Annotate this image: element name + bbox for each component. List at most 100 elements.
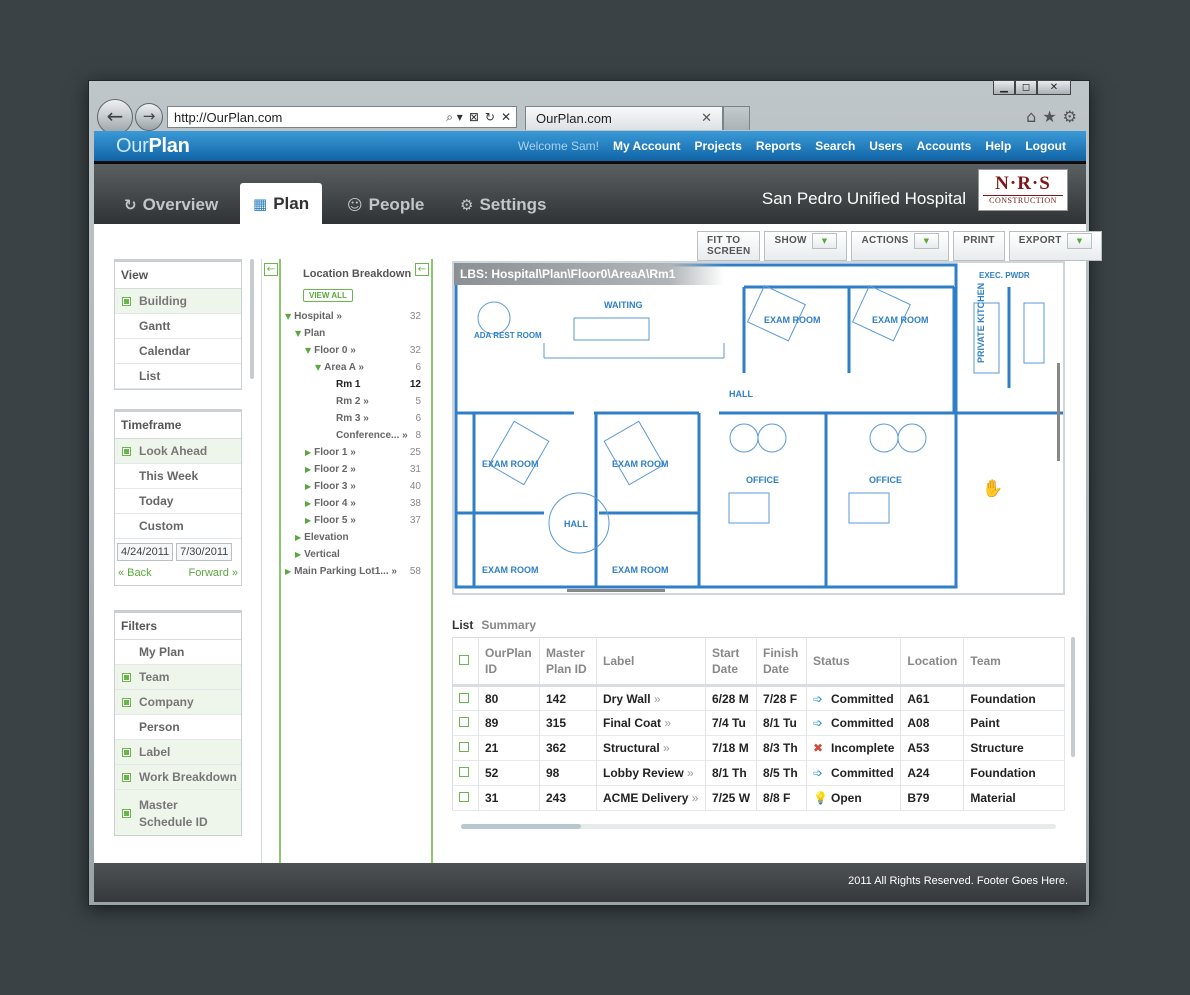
- stop-icon[interactable]: ✕: [501, 110, 511, 125]
- forward-arrow-icon[interactable]: →: [135, 103, 163, 131]
- checkbox[interactable]: [122, 297, 131, 306]
- filter-team[interactable]: Team: [115, 665, 241, 690]
- expand-down-icon[interactable]: ▼: [305, 346, 311, 355]
- fit-to-screen-button[interactable]: FIT TO SCREEN: [697, 231, 761, 261]
- expand-right-icon[interactable]: ▶: [285, 567, 291, 576]
- column-header[interactable]: OurPlan ID: [478, 637, 540, 687]
- collapse-tree-icon[interactable]: ←: [415, 263, 429, 276]
- forward-link[interactable]: Forward »: [188, 567, 238, 579]
- tree-node[interactable]: ▶ Vertical: [283, 546, 431, 563]
- compatibility-icon[interactable]: ⊠: [469, 110, 479, 125]
- new-tab-button[interactable]: [723, 106, 750, 130]
- row-checkbox[interactable]: [459, 767, 469, 777]
- tree-node[interactable]: ▼ Hospital » 32: [283, 308, 431, 325]
- plan-vertical-scrollbar[interactable]: [1057, 363, 1060, 461]
- back-arrow-icon[interactable]: ←: [97, 99, 133, 135]
- timeframe-look-ahead[interactable]: Look Ahead: [115, 439, 241, 464]
- filter-work-breakdown[interactable]: Work Breakdown: [115, 765, 241, 790]
- end-date-field[interactable]: 7/30/2011: [176, 543, 233, 561]
- export-dropdown[interactable]: EXPORT ▼: [1008, 231, 1103, 261]
- collapse-left-icon[interactable]: ←: [264, 263, 278, 276]
- view-item-gantt[interactable]: Gantt: [115, 314, 241, 339]
- row-checkbox[interactable]: [459, 717, 469, 727]
- start-date-field[interactable]: 4/24/2011: [117, 543, 174, 561]
- expand-down-icon[interactable]: ▼: [285, 312, 291, 321]
- table-row[interactable]: 52 98 Lobby Review » 8/1 Th 8/5 Th ➩ Committed…: [452, 760, 1065, 786]
- cell-label[interactable]: ACME Delivery »: [596, 785, 706, 811]
- expand-right-icon[interactable]: ▶: [295, 550, 301, 559]
- filter-company[interactable]: Company: [115, 690, 241, 715]
- column-header[interactable]: Finish Date: [756, 637, 808, 687]
- tree-node[interactable]: ▶ Floor 4 » 38: [283, 495, 431, 512]
- checkbox[interactable]: [122, 698, 131, 707]
- tree-node[interactable]: ▼ Plan: [283, 325, 431, 342]
- close-tab-icon[interactable]: ✕: [701, 111, 712, 126]
- address-bar[interactable]: http://OurPlan.com ⌕ ▾ ⊠ ↻ ✕: [167, 106, 517, 128]
- nav-help[interactable]: Help: [985, 139, 1011, 153]
- nav-users[interactable]: Users: [869, 139, 902, 153]
- back-link[interactable]: « Back: [118, 567, 152, 579]
- timeframe-this-week[interactable]: This Week: [115, 464, 241, 489]
- table-row[interactable]: 21 362 Structural » 7/18 M 8/3 Th ✖ Incomplete…: [452, 735, 1065, 761]
- select-all-header[interactable]: [452, 637, 479, 687]
- tab-settings[interactable]: ⚙ Settings: [460, 185, 547, 224]
- select-all-checkbox[interactable]: [459, 655, 469, 665]
- cell-label[interactable]: Structural »: [596, 735, 706, 761]
- expand-down-icon[interactable]: ▼: [315, 363, 321, 372]
- tree-node[interactable]: Rm 3 » 6: [283, 410, 431, 427]
- view-item-calendar[interactable]: Calendar: [115, 339, 241, 364]
- expand-right-icon[interactable]: ▶: [305, 499, 311, 508]
- tab-summary[interactable]: Summary: [481, 618, 536, 632]
- print-button[interactable]: PRINT: [953, 231, 1005, 261]
- more-chevron-icon[interactable]: »: [654, 692, 661, 706]
- floor-plan-viewer[interactable]: LBS: Hospital\Plan\Floor0\AreaA\Rm1 WAIT…: [452, 261, 1065, 595]
- tree-node[interactable]: ▼ Floor 0 » 32: [283, 342, 431, 359]
- row-checkbox[interactable]: [459, 692, 469, 703]
- nav-logout[interactable]: Logout: [1025, 139, 1066, 153]
- cell-label[interactable]: Final Coat »: [596, 710, 706, 736]
- scroll-thumb[interactable]: [461, 824, 581, 829]
- maximize-icon[interactable]: ◻: [1015, 80, 1037, 95]
- tree-node[interactable]: Rm 1 12: [283, 376, 431, 393]
- row-checkbox[interactable]: [459, 742, 469, 752]
- home-icon[interactable]: ⌂: [1026, 107, 1036, 126]
- filter-my-plan[interactable]: My Plan: [115, 640, 241, 665]
- panel-splitter[interactable]: ←: [261, 259, 281, 866]
- expand-right-icon[interactable]: ▶: [305, 448, 311, 457]
- tree-node[interactable]: ▶ Floor 3 » 40: [283, 478, 431, 495]
- column-header[interactable]: Start Date: [705, 637, 758, 687]
- filter-label[interactable]: Label: [115, 740, 241, 765]
- nav-accounts[interactable]: Accounts: [917, 139, 972, 153]
- expand-right-icon[interactable]: ▶: [305, 516, 311, 525]
- tab-overview[interactable]: ↻ Overview: [124, 185, 218, 224]
- tab-list[interactable]: List: [452, 618, 473, 632]
- table-horizontal-scrollbar[interactable]: [461, 824, 1056, 829]
- tree-node[interactable]: ▶ Floor 5 » 37: [283, 512, 431, 529]
- actions-dropdown[interactable]: ACTIONS ▼: [851, 231, 950, 261]
- checkbox[interactable]: [122, 773, 131, 782]
- gear-icon[interactable]: ⚙: [1063, 107, 1077, 126]
- checkbox[interactable]: [122, 748, 131, 757]
- column-header[interactable]: Master Plan ID: [539, 637, 597, 687]
- tree-node[interactable]: ▼ Area A » 6: [283, 359, 431, 376]
- cell-label[interactable]: Lobby Review »: [596, 760, 706, 786]
- nav-search[interactable]: Search: [815, 139, 855, 153]
- refresh-icon[interactable]: ↻: [485, 110, 495, 125]
- more-chevron-icon[interactable]: »: [692, 791, 699, 805]
- tab-people[interactable]: ☺ People: [347, 185, 424, 224]
- favorites-star-icon[interactable]: ★: [1042, 107, 1056, 126]
- app-logo[interactable]: OurPlan: [94, 135, 190, 158]
- browser-tab[interactable]: OurPlan.com ✕: [525, 106, 723, 130]
- nav-my-account[interactable]: My Account: [613, 139, 681, 153]
- timeframe-custom[interactable]: Custom: [115, 514, 241, 539]
- row-select-cell[interactable]: [452, 710, 479, 736]
- expand-right-icon[interactable]: ▶: [305, 482, 311, 491]
- left-scrollbar[interactable]: [250, 259, 254, 379]
- show-dropdown[interactable]: SHOW ▼: [764, 231, 848, 261]
- row-select-cell[interactable]: [452, 685, 479, 711]
- checkbox[interactable]: [122, 447, 131, 456]
- tree-node[interactable]: Rm 2 » 5: [283, 393, 431, 410]
- more-chevron-icon[interactable]: »: [663, 741, 670, 755]
- table-vertical-scrollbar[interactable]: [1071, 637, 1075, 757]
- expand-right-icon[interactable]: ▶: [295, 533, 301, 542]
